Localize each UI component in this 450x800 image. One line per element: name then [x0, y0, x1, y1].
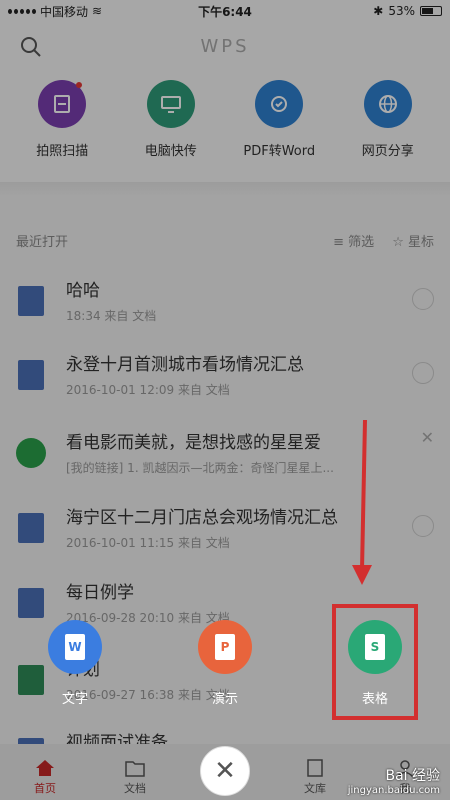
presentation-letter: P — [215, 634, 235, 660]
watermark-url: jingyan.baidu.com — [347, 785, 440, 796]
writer-letter: W — [65, 634, 85, 660]
writer-icon: W — [48, 620, 102, 674]
create-writer-button[interactable]: W 文字 — [35, 620, 115, 707]
presentation-icon: P — [198, 620, 252, 674]
watermark-main: Bai 经验 — [385, 768, 440, 784]
highlight-box — [332, 604, 418, 720]
create-label: 演示 — [211, 692, 238, 707]
create-label: 文字 — [61, 692, 88, 707]
create-presentation-button[interactable]: P 演示 — [185, 620, 265, 707]
watermark: Bai 经验 jingyan.baidu.com — [348, 765, 440, 796]
close-menu-button[interactable]: ✕ — [200, 746, 250, 796]
